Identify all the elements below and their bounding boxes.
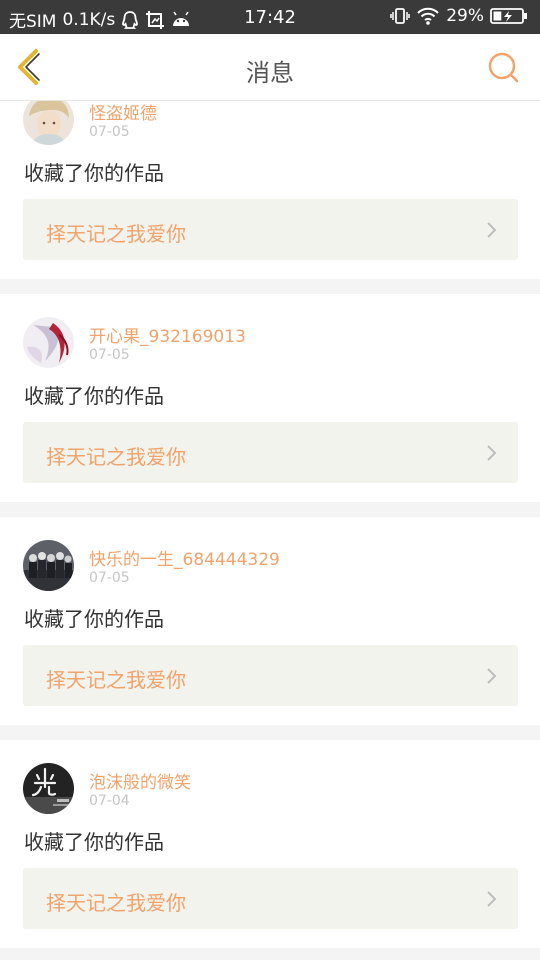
list-item[interactable]: 泡沫般的微笑 07-04 收藏了你的作品 择天记之我爱你 [0, 740, 540, 948]
search-icon [488, 52, 519, 83]
list-item[interactable]: 快乐的一生_684444329 07-05 收藏了你的作品 择天记之我爱你 [0, 517, 540, 725]
chevron-right-icon [486, 891, 496, 907]
username[interactable]: 开心果_932169013 [89, 322, 246, 347]
avatar[interactable] [23, 317, 74, 368]
search-button[interactable] [488, 52, 520, 84]
date: 07-05 [89, 124, 130, 140]
battery-percent: 29% [446, 6, 484, 26]
chevron-right-icon [486, 445, 496, 461]
avatar[interactable] [23, 763, 74, 814]
message-list[interactable]: 怪盗姬德 07-05 收藏了你的作品 择天记之我爱你 开心果_932169013… [0, 101, 540, 960]
work-link[interactable]: 择天记之我爱你 [23, 645, 518, 706]
work-title: 择天记之我爱你 [46, 891, 186, 915]
status-bar: 无SIM 0.1K/s 17:42 29% [0, 0, 540, 34]
avatar[interactable] [23, 540, 74, 591]
username[interactable]: 快乐的一生_684444329 [89, 545, 280, 570]
list-item[interactable]: 开心果_932169013 07-05 收藏了你的作品 择天记之我爱你 [0, 294, 540, 502]
wifi-icon [416, 6, 440, 26]
username[interactable]: 怪盗姬德 [89, 101, 157, 124]
battery-icon [490, 7, 528, 25]
action-text: 收藏了你的作品 [24, 384, 164, 408]
work-title: 择天记之我爱你 [46, 222, 186, 246]
username[interactable]: 泡沫般的微笑 [89, 768, 191, 793]
list-item[interactable]: 怪盗姬德 07-05 收藏了你的作品 择天记之我爱你 [0, 101, 540, 279]
page-title: 消息 [246, 59, 294, 87]
work-link[interactable]: 择天记之我爱你 [23, 422, 518, 483]
action-text: 收藏了你的作品 [24, 161, 164, 185]
avatar[interactable] [23, 101, 74, 145]
work-link[interactable]: 择天记之我爱你 [23, 868, 518, 929]
nav-bar: 消息 [0, 34, 540, 101]
action-text: 收藏了你的作品 [24, 607, 164, 631]
work-title: 择天记之我爱你 [46, 668, 186, 692]
work-link[interactable]: 择天记之我爱你 [23, 199, 518, 260]
date: 07-05 [89, 347, 130, 363]
status-right: 29% [390, 6, 528, 26]
date: 07-04 [89, 793, 130, 809]
chevron-right-icon [486, 668, 496, 684]
vibrate-icon [390, 6, 410, 26]
action-text: 收藏了你的作品 [24, 830, 164, 854]
date: 07-05 [89, 570, 130, 586]
work-title: 择天记之我爱你 [46, 445, 186, 469]
chevron-right-icon [486, 222, 496, 238]
